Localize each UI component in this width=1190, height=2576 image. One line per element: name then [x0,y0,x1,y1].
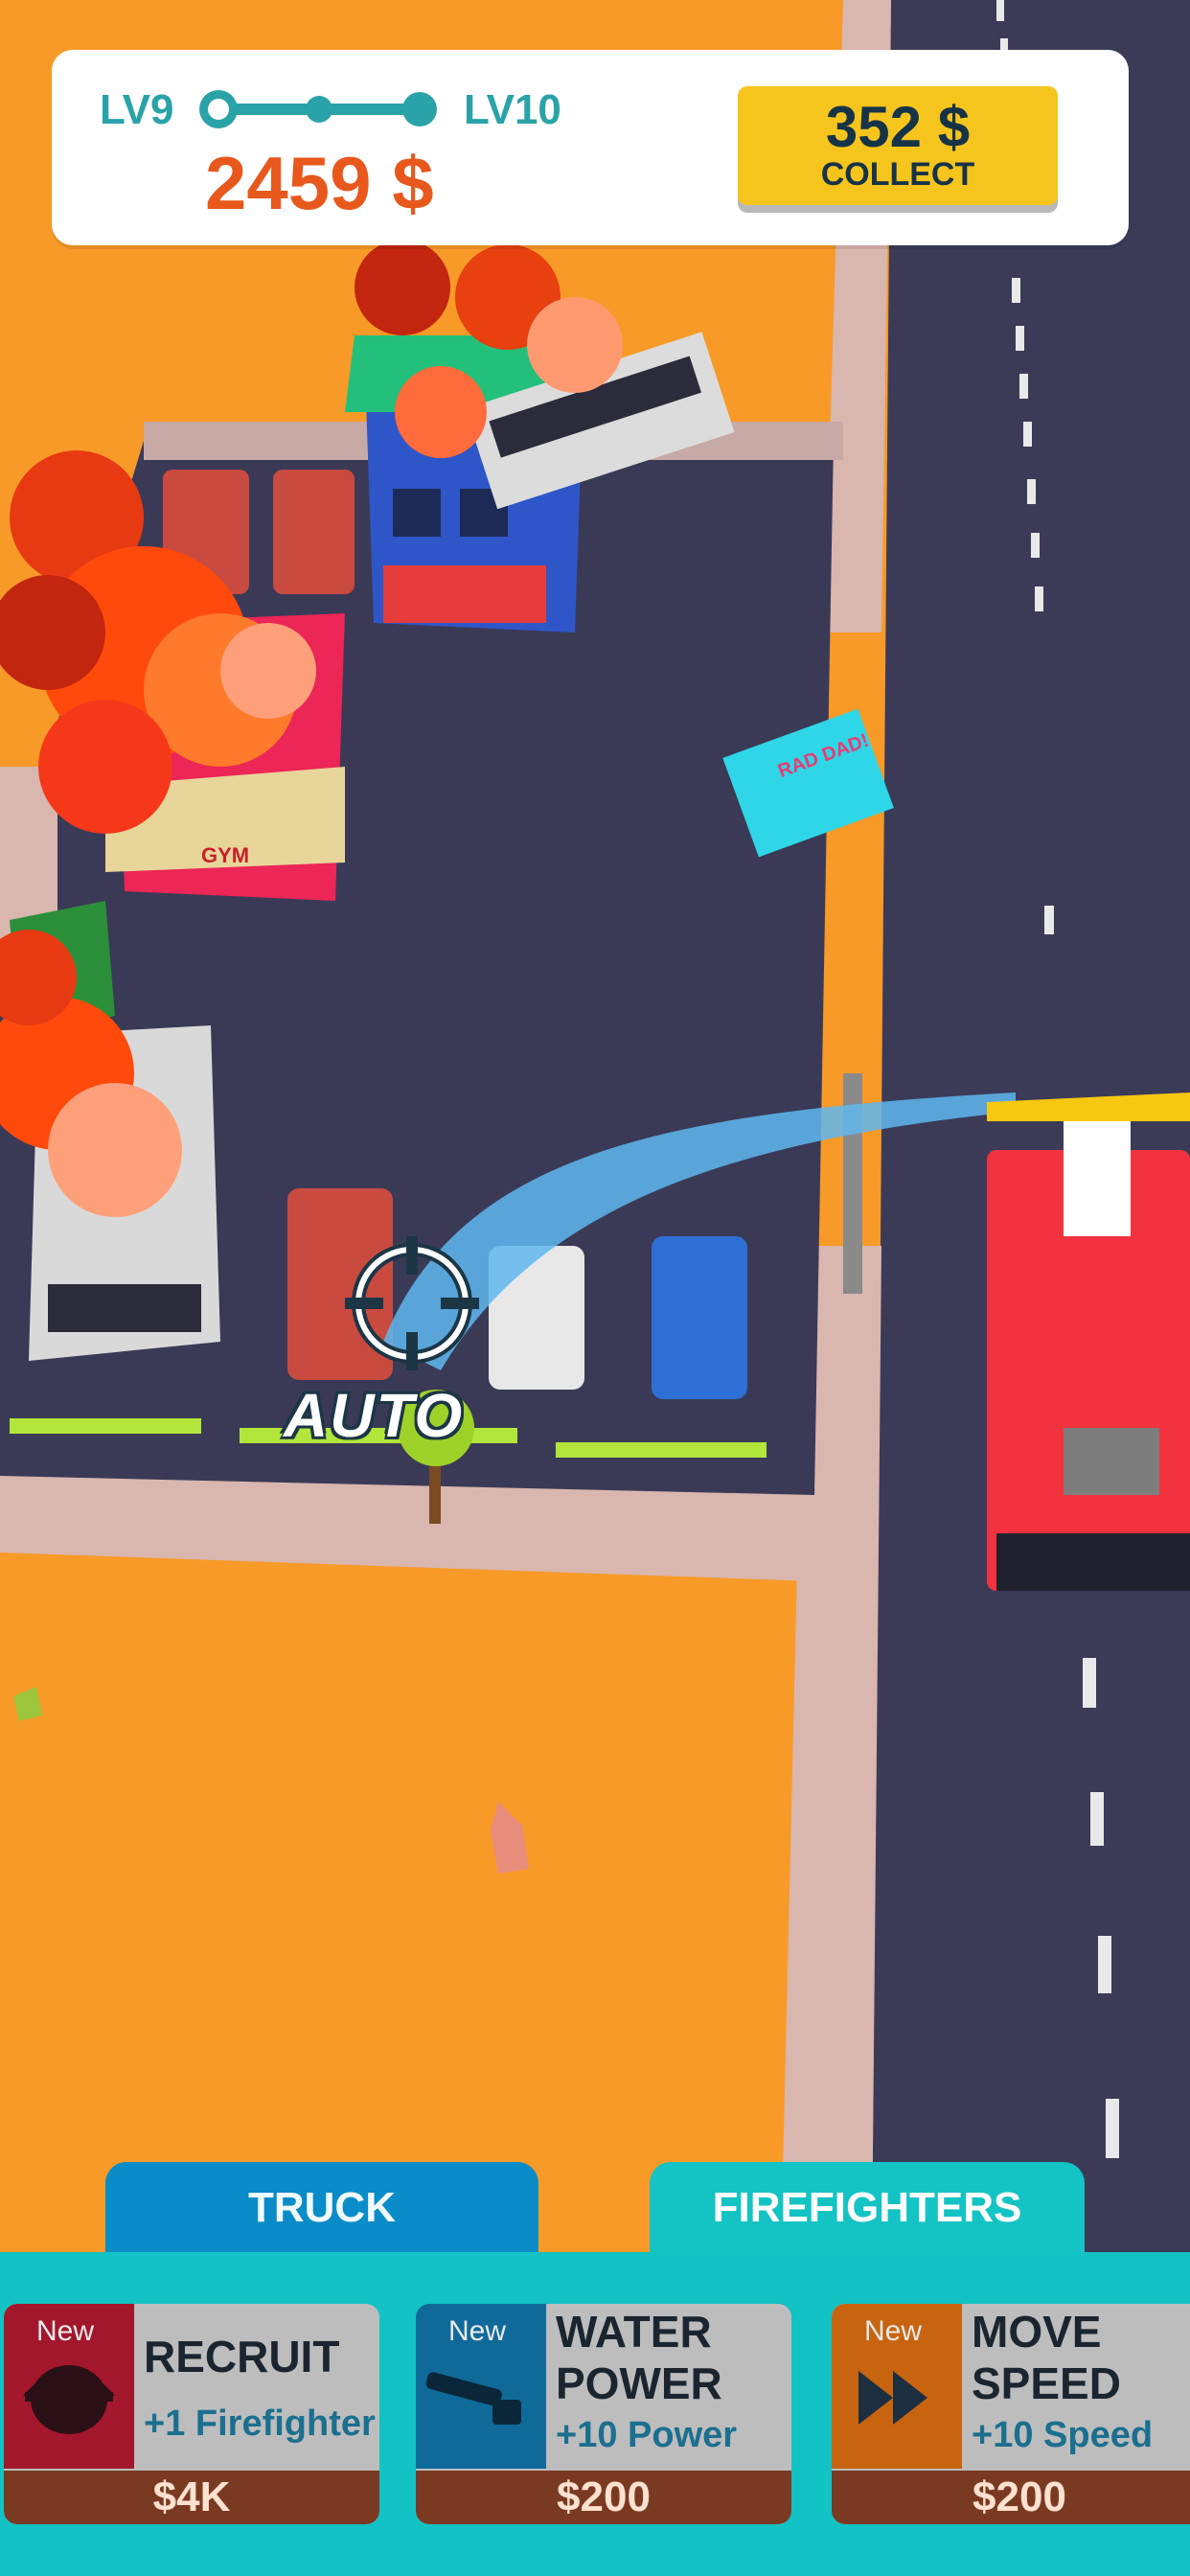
collect-amount: 352 $ [825,95,971,159]
upgrade-title: RECRUIT [144,2332,340,2381]
road [872,0,1190,2252]
auto-mode-label[interactable]: AUTO [284,1380,464,1451]
parked-car [652,1236,747,1399]
top-hud: LV9 LV10 2459 $ 352 $ COLLECT [52,50,1129,245]
upgrade-subtitle: +10 Speed [972,2415,1154,2455]
money-counter: 2459 $ [205,141,434,225]
upgrade-price: $200 [416,2471,791,2524]
new-badge: New [448,2315,507,2347]
current-level-label: LV9 [100,86,174,133]
gym-sign: GYM [201,843,249,867]
tab-truck[interactable]: TRUCK [105,2162,538,2254]
collect-button[interactable]: 352 $ COLLECT [738,86,1058,205]
new-badge: New [864,2315,923,2347]
upgrade-card-recruit[interactable]: New RECRUIT +1 Firefighter $4K [4,2304,379,2524]
next-level-label: LV10 [464,86,561,133]
progress-node [306,96,332,123]
parked-car [273,470,355,594]
upgrade-subtitle: +1 Firefighter [144,2404,376,2444]
upgrade-title: MOVE SPEED [972,2307,1121,2408]
upgrade-title: WATER POWER [556,2307,722,2408]
upgrade-subtitle: +10 Power [556,2415,738,2455]
collect-label: COLLECT [820,156,975,193]
upgrade-price: $4K [4,2471,379,2524]
upgrade-card-move-speed[interactable]: New MOVE SPEED +10 Speed $200 [832,2304,1190,2524]
fire-truck [987,1092,1190,1591]
upgrade-price: $200 [832,2471,1190,2524]
tab-firefighters[interactable]: FIREFIGHTERS [650,2162,1085,2254]
upgrade-card-water-power[interactable]: New WATER POWER +10 Power $200 [416,2304,791,2524]
level-progress-bar [199,90,437,128]
new-badge: New [36,2315,95,2347]
upgrade-panel: New RECRUIT +1 Firefighter $4K New WATER… [0,2252,1190,2576]
